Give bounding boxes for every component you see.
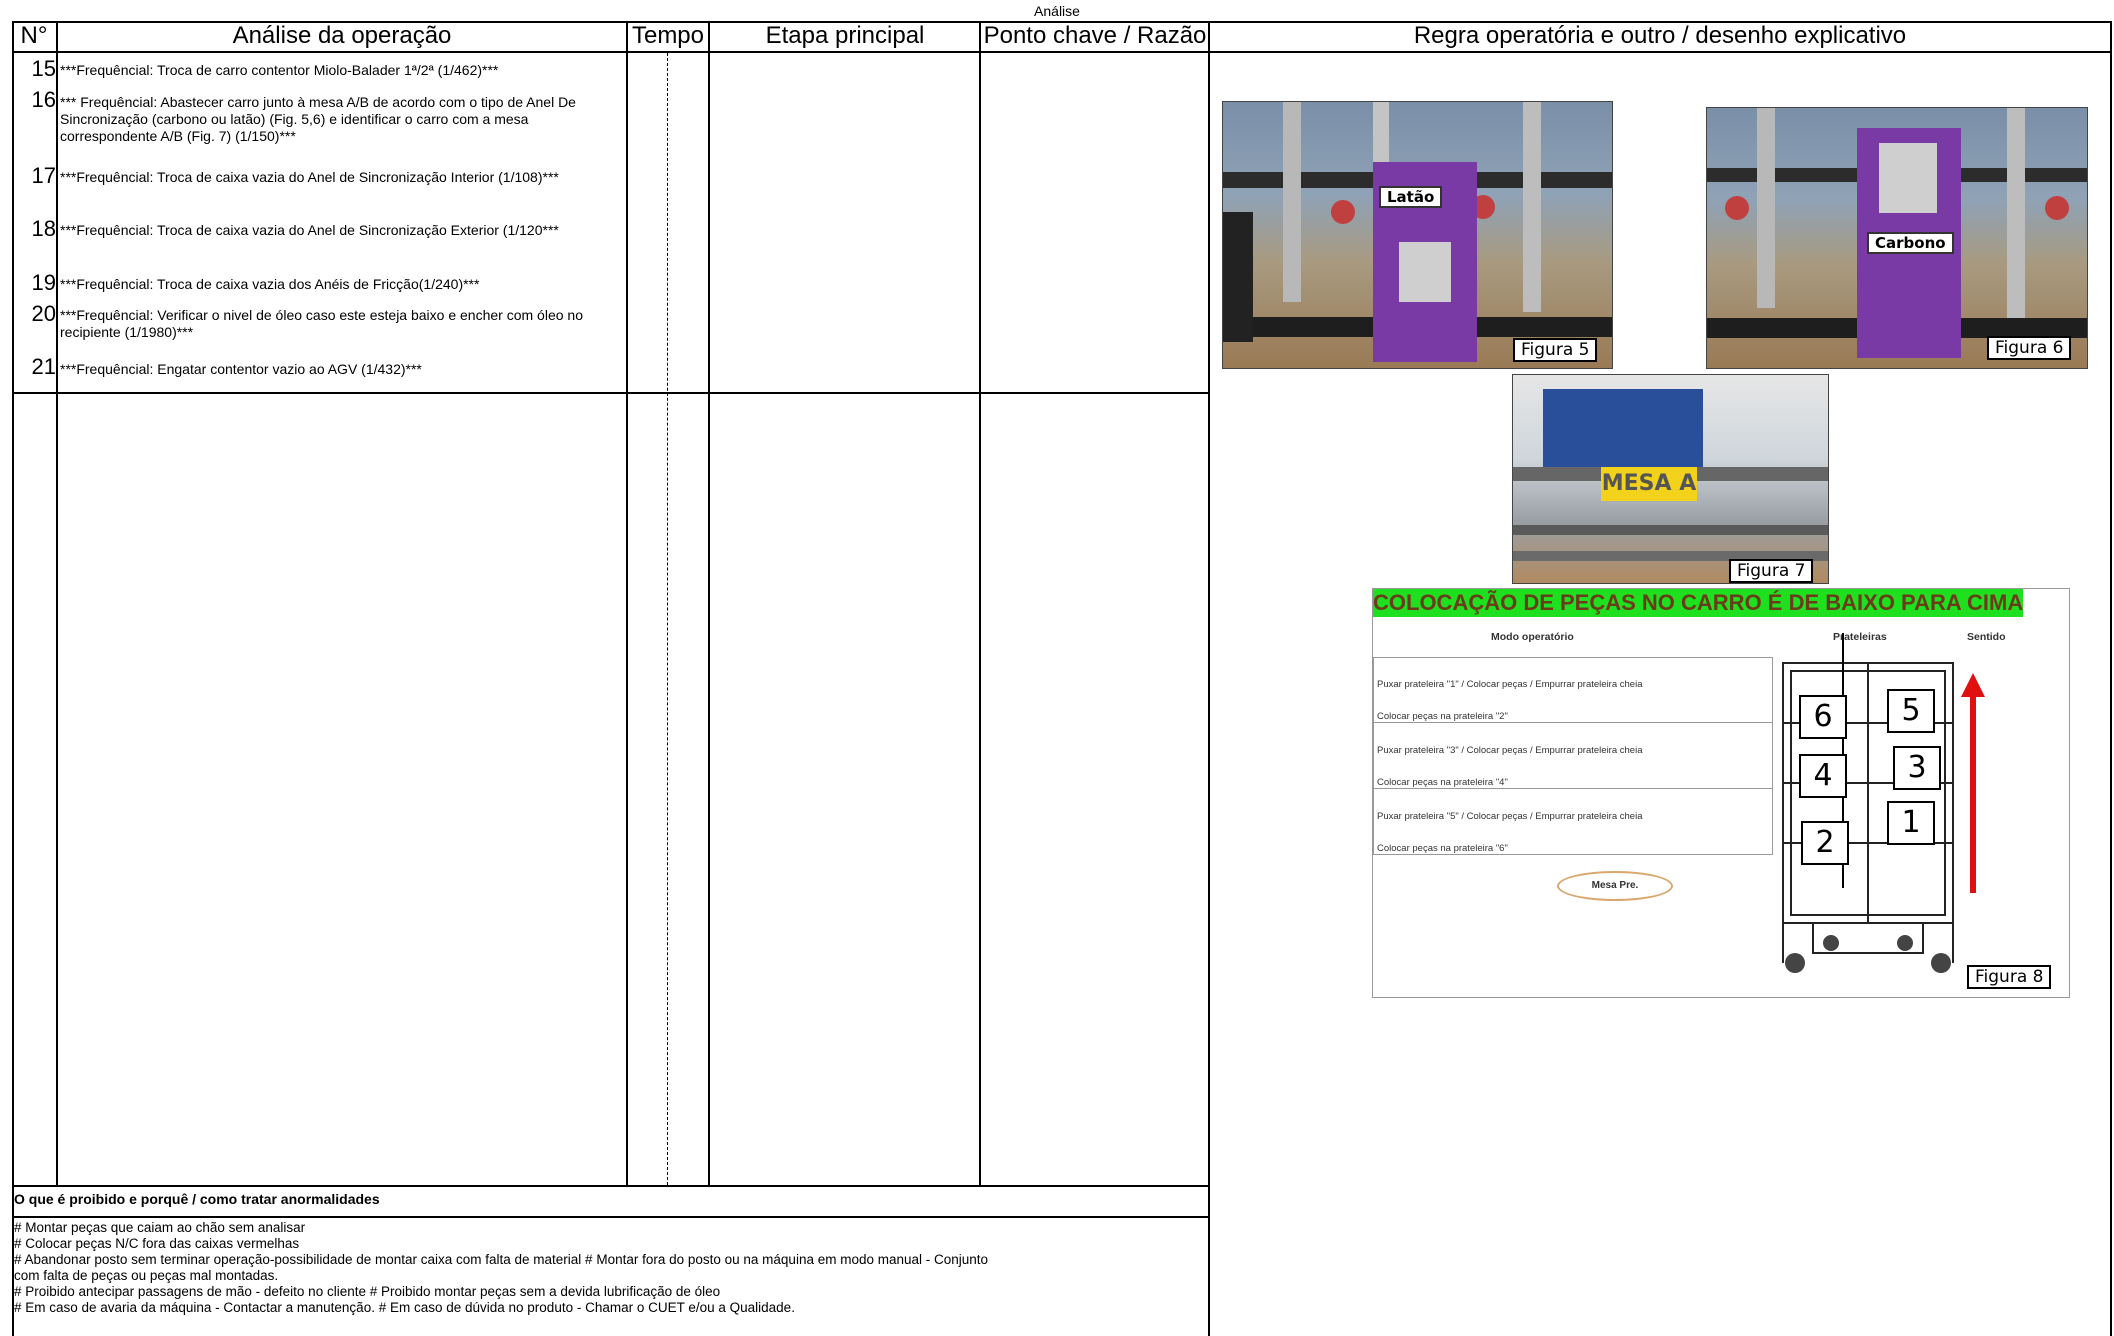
- forbidden-list: # Montar peças que caiam ao chão sem ana…: [14, 1220, 1194, 1316]
- row-number: 16: [31, 87, 56, 112]
- figure-6-caption: Figura 6: [1987, 336, 2072, 360]
- header-analysis: Análise da operação: [232, 22, 452, 49]
- instruction-line: Colocar peças na prateleira "6": [1377, 843, 1508, 854]
- figure-7-label: MESA A: [1601, 467, 1697, 501]
- row-description: ***Frequêncial: Troca de carro contentor…: [60, 62, 499, 78]
- instruction-line: Colocar peças na prateleira "4": [1377, 777, 1508, 788]
- figure-8-col-mode: Modo operatório: [1491, 631, 1574, 643]
- figure-6-label: Carbono: [1867, 232, 1954, 254]
- figure-8-banner: COLOCAÇÃO DE PEÇAS NO CARRO É DE BAIXO P…: [1373, 589, 2023, 617]
- instruction-line: Puxar prateleira "1" / Colocar peças / E…: [1377, 679, 1643, 690]
- row-description: *** Frequêncial: Abastecer carro junto à…: [60, 94, 576, 144]
- row-description: ***Frequêncial: Verificar o nivel de óle…: [60, 307, 583, 340]
- figure-8-diagram: COLOCAÇÃO DE PEÇAS NO CARRO É DE BAIXO P…: [1372, 588, 2070, 998]
- list-item: # Em caso de avaria da máquina - Contact…: [14, 1300, 795, 1315]
- shelf-number: 2: [1801, 821, 1849, 865]
- figure-8-oval: Mesa Pre.: [1557, 871, 1673, 901]
- instruction-line: Colocar peças na prateleira "2": [1377, 711, 1508, 722]
- list-item: # Montar peças que caiam ao chão sem ana…: [14, 1220, 306, 1235]
- row-number: 17: [31, 163, 56, 188]
- header-main-step: Etapa principal: [765, 22, 925, 49]
- row-number: 20: [31, 301, 56, 326]
- instruction-line: Puxar prateleira "5" / Colocar peças / E…: [1377, 811, 1643, 822]
- header-key-point: Ponto chave / Razão: [983, 22, 1207, 49]
- row-description: ***Frequêncial: Engatar contentor vazio …: [60, 361, 422, 377]
- row-number: 18: [31, 216, 56, 241]
- shelf-number: 4: [1799, 754, 1847, 798]
- row-description: ***Frequêncial: Troca de caixa vazia dos…: [60, 276, 480, 292]
- header-number: N°: [20, 22, 48, 49]
- row-number: 21: [31, 354, 56, 379]
- row-number: 15: [31, 56, 56, 81]
- row-description: ***Frequêncial: Troca de caixa vazia do …: [60, 169, 559, 185]
- figure-7-caption: Figura 7: [1729, 559, 1814, 583]
- forbidden-title: O que é proibido e porquê / como tratar …: [14, 1191, 380, 1207]
- row-description: ***Frequêncial: Troca de caixa vazia do …: [60, 222, 559, 238]
- header-rule: Regra operatória e outro / desenho expli…: [1413, 22, 1907, 49]
- shelf-number: 5: [1887, 689, 1935, 733]
- list-item: com falta de peças ou peças mal montadas…: [14, 1268, 279, 1283]
- list-item: # Abandonar posto sem terminar operação-…: [14, 1252, 989, 1267]
- figure-5-photo: Latão Figura 5: [1222, 101, 1613, 369]
- shelf-number: 6: [1799, 695, 1847, 739]
- figure-6-photo: Carbono Figura 6: [1706, 107, 2088, 369]
- shelf-number: 1: [1887, 801, 1935, 845]
- list-item: # Colocar peças N/C fora das caixas verm…: [14, 1236, 300, 1251]
- row-number: 19: [31, 270, 56, 295]
- header-time: Tempo: [631, 22, 705, 49]
- figure-5-caption: Figura 5: [1513, 338, 1598, 362]
- shelf-number: 3: [1893, 746, 1941, 790]
- instruction-line: Puxar prateleira "3" / Colocar peças / E…: [1377, 745, 1643, 756]
- sheet-title: Análise: [1034, 3, 1080, 19]
- figure-5-label: Latão: [1379, 186, 1443, 208]
- figure-8-caption: Figura 8: [1967, 965, 2052, 989]
- list-item: # Proibido antecipar passagens de mão - …: [14, 1284, 721, 1299]
- figure-7-photo: MESA A Figura 7: [1512, 374, 1829, 584]
